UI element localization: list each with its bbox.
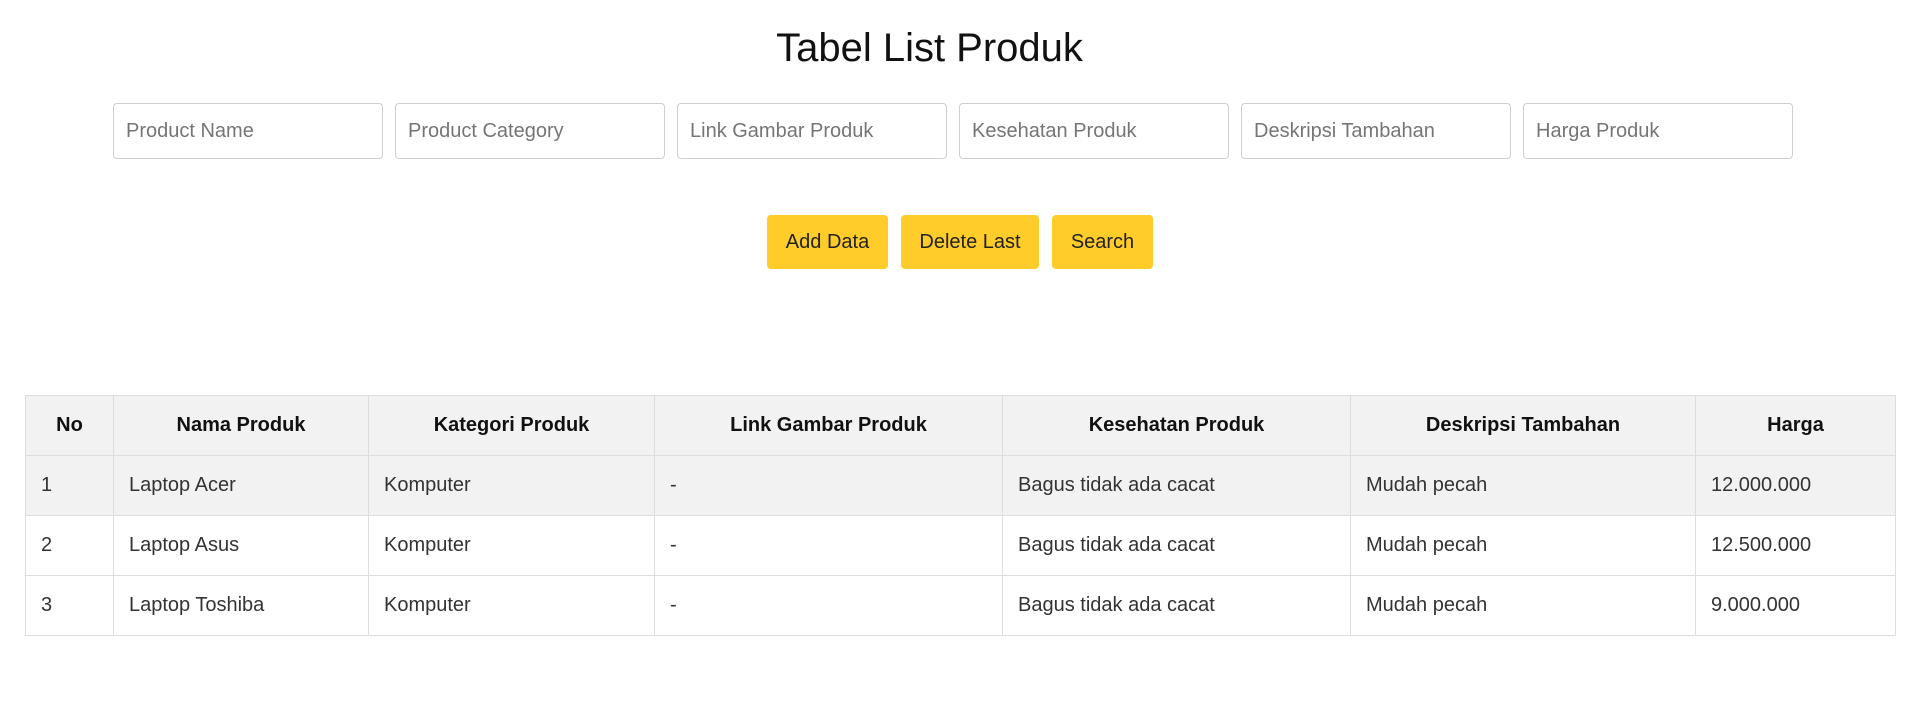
cell-no: 1: [25, 455, 114, 516]
header-link-gambar-produk: Link Gambar Produk: [654, 395, 1003, 456]
cell-nama-produk: Laptop Toshiba: [113, 575, 369, 636]
product-form: [113, 103, 1793, 159]
header-harga: Harga: [1695, 395, 1896, 456]
product-table: No Nama Produk Kategori Produk Link Gamb…: [25, 395, 1896, 636]
cell-link-gambar: -: [654, 575, 1003, 636]
cell-kesehatan-produk: Bagus tidak ada cacat: [1002, 515, 1351, 576]
table-row: 3 Laptop Toshiba Komputer - Bagus tidak …: [25, 575, 1896, 636]
deskripsi-tambahan-input[interactable]: [1241, 103, 1511, 159]
action-buttons: Add Data Delete Last Search: [767, 215, 1153, 269]
kesehatan-produk-input[interactable]: [959, 103, 1229, 159]
cell-kategori-produk: Komputer: [368, 575, 655, 636]
cell-kategori-produk: Komputer: [368, 455, 655, 516]
cell-no: 2: [25, 515, 114, 576]
header-no: No: [25, 395, 114, 456]
cell-link-gambar: -: [654, 455, 1003, 516]
harga-produk-input[interactable]: [1523, 103, 1793, 159]
link-gambar-input[interactable]: [677, 103, 947, 159]
cell-kesehatan-produk: Bagus tidak ada cacat: [1002, 455, 1351, 516]
cell-no: 3: [25, 575, 114, 636]
delete-last-button[interactable]: Delete Last: [901, 215, 1039, 269]
product-category-input[interactable]: [395, 103, 665, 159]
cell-kesehatan-produk: Bagus tidak ada cacat: [1002, 575, 1351, 636]
table-row: 2 Laptop Asus Komputer - Bagus tidak ada…: [25, 515, 1896, 576]
page: Tabel List Produk Add Data Delete Last S…: [0, 0, 1919, 721]
cell-kategori-produk: Komputer: [368, 515, 655, 576]
cell-harga: 12.500.000: [1695, 515, 1896, 576]
cell-nama-produk: Laptop Asus: [113, 515, 369, 576]
header-deskripsi-tambahan: Deskripsi Tambahan: [1350, 395, 1696, 456]
header-kesehatan-produk: Kesehatan Produk: [1002, 395, 1351, 456]
cell-deskripsi-tambahan: Mudah pecah: [1350, 515, 1696, 576]
cell-harga: 12.000.000: [1695, 455, 1896, 516]
header-kategori-produk: Kategori Produk: [368, 395, 655, 456]
add-data-button[interactable]: Add Data: [767, 215, 888, 269]
cell-nama-produk: Laptop Acer: [113, 455, 369, 516]
search-button[interactable]: Search: [1052, 215, 1153, 269]
page-title: Tabel List Produk: [776, 26, 1083, 70]
product-name-input[interactable]: [113, 103, 383, 159]
cell-link-gambar: -: [654, 515, 1003, 576]
cell-harga: 9.000.000: [1695, 575, 1896, 636]
cell-deskripsi-tambahan: Mudah pecah: [1350, 575, 1696, 636]
header-nama-produk: Nama Produk: [113, 395, 369, 456]
table-header-row: No Nama Produk Kategori Produk Link Gamb…: [25, 395, 1896, 456]
table-row: 1 Laptop Acer Komputer - Bagus tidak ada…: [25, 455, 1896, 516]
cell-deskripsi-tambahan: Mudah pecah: [1350, 455, 1696, 516]
